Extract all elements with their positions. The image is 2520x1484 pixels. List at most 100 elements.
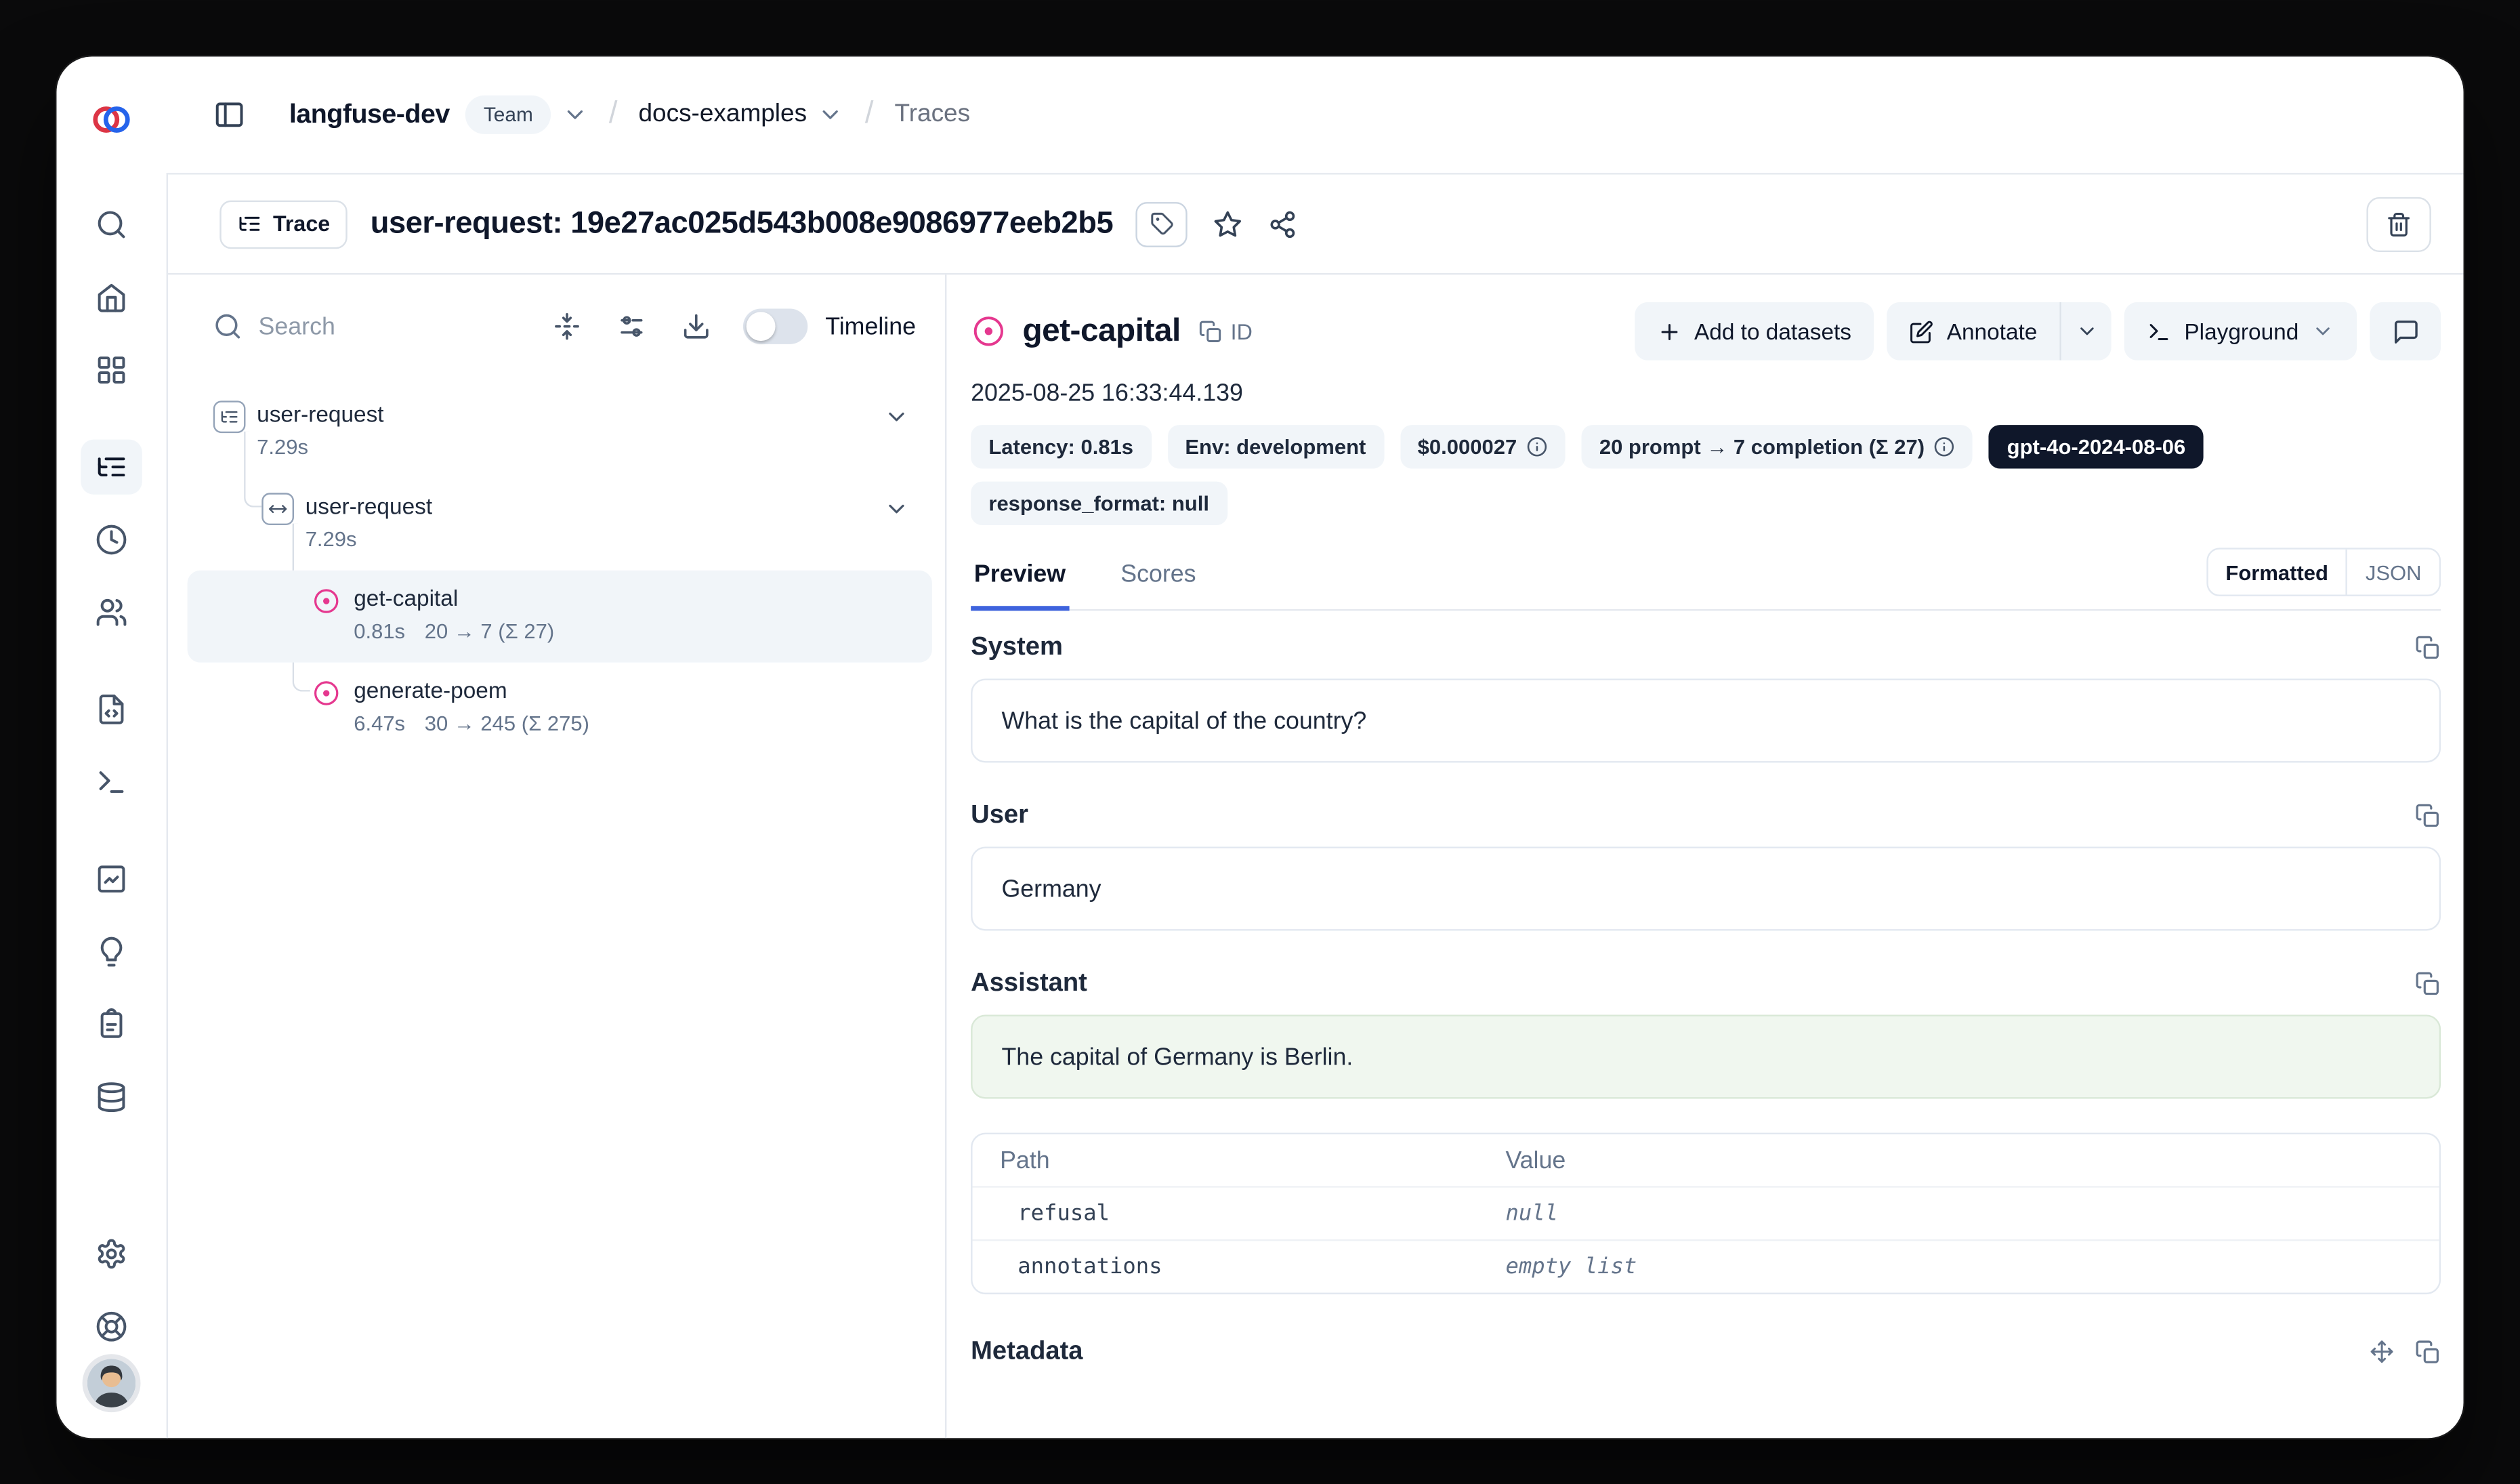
collapse-all-icon[interactable] — [552, 312, 581, 341]
delete-trace-button[interactable] — [2366, 197, 2431, 251]
rail-home-icon[interactable] — [81, 270, 142, 325]
node-tokens: 30 → 245 (Σ 275) — [425, 706, 589, 740]
tag-button[interactable] — [1136, 201, 1188, 247]
table-header-row: Path Value — [973, 1134, 2439, 1186]
download-icon[interactable] — [681, 312, 711, 341]
node-duration: 7.29s — [306, 522, 357, 556]
add-to-datasets-button[interactable]: Add to datasets — [1635, 302, 1874, 360]
generation-node-icon — [310, 677, 343, 709]
rail-search-icon[interactable] — [81, 197, 142, 252]
node-label: generate-poem — [354, 676, 589, 706]
model-badge[interactable]: gpt-4o-2024-08-06 — [1989, 425, 2203, 468]
format-toggle-formatted[interactable]: Formatted — [2208, 550, 2347, 595]
rail-tracing-icon[interactable] — [81, 440, 142, 495]
system-message-box: What is the capital of the country? — [971, 679, 2441, 763]
rail-support-icon[interactable] — [81, 1299, 142, 1354]
org-name[interactable]: langfuse-dev — [289, 100, 450, 130]
metadata-section-header: Metadata — [971, 1338, 2441, 1367]
latency-badge: Latency: 0.81s — [971, 425, 1151, 468]
rail-dashboards-icon[interactable] — [81, 343, 142, 398]
rail-prompts-icon[interactable] — [81, 682, 142, 737]
sidebar-toggle-icon[interactable] — [213, 98, 246, 131]
icon-rail — [56, 56, 166, 1438]
tag-icon — [1150, 211, 1174, 236]
generation-icon — [971, 314, 1006, 349]
metric-badges-row: Latency: 0.81s Env: development $0.00002… — [971, 425, 2441, 468]
rail-evaluators-icon[interactable] — [81, 997, 142, 1052]
comments-button[interactable] — [2370, 302, 2441, 360]
tab-scores[interactable]: Scores — [1117, 560, 1199, 611]
table-row: refusal null — [973, 1186, 2439, 1239]
user-avatar[interactable] — [83, 1354, 141, 1412]
rail-users-icon[interactable] — [81, 585, 142, 640]
tree-row-generation[interactable]: generate-poem 6.47s 30 → 245 (Σ 275) — [188, 663, 932, 755]
content-column: langfuse-dev Team / docs-examples / Trac… — [167, 56, 2464, 1438]
timeline-toggle[interactable] — [743, 308, 807, 344]
tree-row-generation-selected[interactable]: get-capital 0.81s 20 → 7 (Σ 27) — [188, 571, 932, 663]
generation-node-icon — [310, 585, 343, 617]
rail-sessions-icon[interactable] — [81, 512, 142, 567]
observation-timestamp: 2025-08-25 16:33:44.139 — [971, 379, 2441, 407]
playground-button[interactable]: Playground — [2124, 302, 2357, 360]
format-toggle-json[interactable]: JSON — [2348, 550, 2439, 595]
tree-row-span[interactable]: user-request 7.29s — [188, 478, 932, 571]
observation-title: get-capital — [1022, 312, 1180, 350]
node-duration: 6.47s — [354, 706, 405, 740]
value-column-header: Value — [1505, 1147, 1566, 1174]
tab-preview[interactable]: Preview — [971, 560, 1069, 611]
copy-icon[interactable] — [2415, 971, 2441, 997]
path-column-header: Path — [973, 1147, 1506, 1174]
output-properties-table: Path Value refusal null annotations empt… — [971, 1133, 2441, 1294]
trace-tree: user-request 7.29s user-request 7.29s — [168, 378, 945, 1438]
response-format-badge: response_format: null — [971, 482, 1227, 525]
node-label: user-request — [257, 399, 383, 430]
user-section-header: User — [971, 802, 2441, 831]
id-label: ID — [1231, 319, 1253, 344]
project-chevron-down-icon[interactable] — [818, 102, 844, 127]
collapse-chevron-icon[interactable] — [883, 496, 909, 522]
copy-icon[interactable] — [2415, 803, 2441, 829]
copy-icon[interactable] — [2415, 635, 2441, 661]
collapse-chevron-icon[interactable] — [883, 404, 909, 430]
bookmark-star-icon[interactable] — [1213, 209, 1242, 239]
expand-icon[interactable] — [2370, 1340, 2394, 1365]
org-chevron-down-icon[interactable] — [562, 102, 588, 127]
info-icon[interactable] — [1934, 436, 1955, 457]
observation-detail-panel: get-capital ID Add to datasets — [946, 274, 2463, 1438]
tree-settings-icon[interactable] — [617, 312, 646, 341]
table-row: annotations empty list — [973, 1239, 2439, 1293]
breadcrumb-section[interactable]: Traces — [895, 100, 971, 129]
rail-settings-icon[interactable] — [81, 1227, 142, 1281]
search-input[interactable] — [259, 312, 436, 340]
tree-row-trace[interactable]: user-request 7.29s — [188, 386, 932, 478]
copy-id-icon[interactable] — [1198, 319, 1223, 344]
screen: langfuse-dev Team / docs-examples / Trac… — [0, 0, 2520, 1484]
observation-header: get-capital ID Add to datasets — [971, 302, 2441, 360]
section-title: Assistant — [971, 970, 1087, 999]
tokens-badge: 20 prompt → 7 completion (Σ 27) — [1582, 425, 1973, 468]
copy-icon[interactable] — [2415, 1340, 2441, 1365]
observation-tree-panel: Timeline user-request 7.29s — [168, 274, 946, 1438]
langfuse-logo-icon[interactable] — [91, 98, 133, 148]
breadcrumb-slash: / — [865, 97, 874, 132]
rail-datasets-icon[interactable] — [81, 1070, 142, 1125]
node-label: get-capital — [354, 583, 554, 614]
plus-icon — [1657, 319, 1681, 344]
rail-playground-icon[interactable] — [81, 755, 142, 810]
rail-scores-icon[interactable] — [81, 852, 142, 907]
share-icon[interactable] — [1268, 209, 1297, 239]
info-icon[interactable] — [1527, 436, 1548, 457]
system-section-header: System — [971, 634, 2441, 663]
trace-node-icon — [213, 400, 246, 433]
body-row: Timeline user-request 7.29s — [167, 274, 2464, 1438]
node-tokens: 20 → 7 (Σ 27) — [425, 614, 554, 648]
params-badges-row: response_format: null — [971, 482, 2441, 525]
rail-evals-icon[interactable] — [81, 924, 142, 979]
annotate-dropdown-button[interactable] — [2060, 302, 2112, 360]
trace-type-pill: Trace — [219, 199, 348, 248]
annotate-button[interactable]: Annotate — [1887, 302, 2059, 360]
chevron-down-icon — [2311, 320, 2334, 342]
node-duration: 0.81s — [354, 614, 405, 648]
detail-tabs: Preview Scores Formatted JSON — [971, 548, 2441, 611]
project-name[interactable]: docs-examples — [638, 100, 807, 129]
